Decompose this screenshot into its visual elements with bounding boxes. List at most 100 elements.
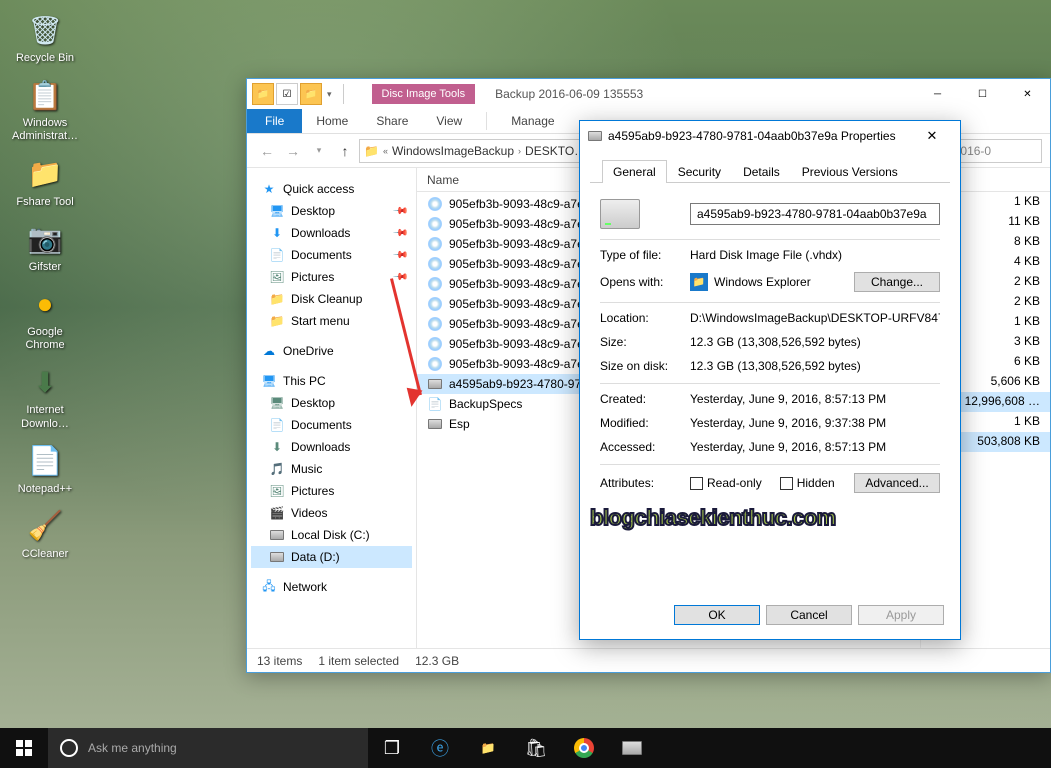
nav-label: Downloads	[291, 226, 350, 240]
properties-dialog: a4595ab9-b923-4780-9781-04aab0b37e9a Pro…	[579, 120, 961, 640]
nav-icon: 🖼	[269, 269, 285, 285]
nav-item[interactable]: ★Quick access	[251, 178, 412, 200]
file-icon: 📄	[427, 396, 443, 412]
start-button[interactable]	[0, 728, 48, 768]
forward-button[interactable]: →	[281, 139, 305, 163]
tab-details[interactable]: Details	[732, 160, 791, 183]
desktop-icon[interactable]: 🗑 Recycle Bin	[10, 10, 80, 65]
share-tab[interactable]: Share	[362, 109, 422, 133]
value: Yesterday, ‎June ‎9, ‎2016, 8:57:13 PM	[690, 440, 940, 454]
tab-general[interactable]: General	[602, 160, 667, 183]
tab-security[interactable]: Security	[667, 160, 732, 183]
file-icon	[427, 196, 443, 212]
folder-icon[interactable]: 📁	[252, 83, 274, 105]
nav-item[interactable]: ⬇Downloads📌	[251, 222, 412, 244]
nav-item[interactable]: ☁OneDrive	[251, 340, 412, 362]
close-button[interactable]: ✕	[1005, 80, 1050, 109]
file-name: Esp	[449, 417, 470, 431]
icon-label: CCleaner	[10, 548, 80, 561]
divider	[600, 302, 940, 303]
minimize-button[interactable]: ─	[915, 80, 960, 109]
task-view-button[interactable]: ❐	[368, 728, 416, 768]
breadcrumb[interactable]: WindowsImageBackup	[392, 144, 514, 158]
cancel-button[interactable]: Cancel	[766, 605, 852, 625]
nav-item[interactable]: ⬇Downloads	[251, 436, 412, 458]
view-tab[interactable]: View	[422, 109, 476, 133]
taskbar-app-store[interactable]: 🛍	[512, 728, 560, 768]
value: Yesterday, ‎June ‎9, ‎2016, 9:37:38 PM	[690, 416, 940, 430]
nav-icon: 🖥	[269, 395, 285, 411]
nav-item[interactable]: 🖥Desktop📌	[251, 200, 412, 222]
label: Opens with:	[600, 275, 690, 289]
taskbar-app-edge[interactable]: ⓔ	[416, 728, 464, 768]
desktop-icon[interactable]: 🧹CCleaner	[10, 506, 80, 561]
apply-button[interactable]: Apply	[858, 605, 944, 625]
manage-tab[interactable]: Manage	[497, 109, 568, 133]
readonly-checkbox[interactable]: Read-only	[690, 476, 762, 490]
advanced-button[interactable]: Advanced...	[854, 473, 940, 493]
label: Size on disk:	[600, 359, 690, 373]
desktop-icon[interactable]: ●Google Chrome	[10, 284, 80, 352]
divider	[600, 383, 940, 384]
nav-item[interactable]: 🖼Pictures	[251, 480, 412, 502]
recent-dropdown[interactable]: ▾	[307, 139, 331, 163]
nav-item[interactable]: Data (D:)	[251, 546, 412, 568]
nav-icon: 📁	[269, 291, 285, 307]
nav-item[interactable]: 📄Documents📌	[251, 244, 412, 266]
desktop-icon[interactable]: 📁Fshare Tool	[10, 154, 80, 209]
nav-item[interactable]: 🖥Desktop	[251, 392, 412, 414]
desktop-icon[interactable]: ⬇Internet Downlo…	[10, 362, 80, 430]
nav-label: Start menu	[291, 314, 350, 328]
taskbar-app-drive[interactable]	[608, 728, 656, 768]
close-button[interactable]: ✕	[912, 122, 952, 150]
divider	[600, 239, 940, 240]
file-icon	[427, 316, 443, 332]
desktop-icon[interactable]: 📋Windows Administrat…	[10, 75, 80, 143]
nav-item[interactable]: Local Disk (C:)	[251, 524, 412, 546]
maximize-button[interactable]: ☐	[960, 80, 1005, 109]
divider	[343, 84, 344, 104]
nav-item[interactable]: 📁Start menu	[251, 310, 412, 332]
file-tab[interactable]: File	[247, 109, 302, 133]
dialog-titlebar[interactable]: a4595ab9-b923-4780-9781-04aab0b37e9a Pro…	[580, 121, 960, 151]
folder-icon[interactable]: 📁	[300, 83, 322, 105]
ribbon-context-tab[interactable]: Disc Image Tools	[372, 84, 476, 104]
tab-strip: General Security Details Previous Versio…	[590, 151, 950, 183]
qat-props-icon[interactable]: ☑	[276, 83, 298, 105]
taskbar-app-chrome[interactable]	[560, 728, 608, 768]
taskbar-app-explorer[interactable]: 📁	[464, 728, 512, 768]
icon-label: Recycle Bin	[10, 52, 80, 65]
change-button[interactable]: Change...	[854, 272, 940, 292]
dialog-title: a4595ab9-b923-4780-9781-04aab0b37e9a Pro…	[608, 129, 906, 143]
app-icon: 🗑	[25, 10, 65, 50]
nav-item[interactable]: 📁Disk Cleanup	[251, 288, 412, 310]
taskbar-search[interactable]: Ask me anything	[48, 728, 368, 768]
divider	[600, 464, 940, 465]
nav-item[interactable]: 🖧Network	[251, 576, 412, 598]
home-tab[interactable]: Home	[302, 109, 362, 133]
breadcrumb[interactable]: DESKTO…	[525, 144, 586, 158]
tab-previous-versions[interactable]: Previous Versions	[791, 160, 909, 183]
label: Location:	[600, 311, 690, 325]
up-button[interactable]: ↑	[333, 139, 357, 163]
filename-input[interactable]	[690, 203, 940, 225]
nav-item[interactable]: 🖼Pictures📌	[251, 266, 412, 288]
titlebar[interactable]: 📁 ☑ 📁 ▾ Disc Image Tools Backup 2016-06-…	[247, 79, 1050, 109]
nav-item[interactable]: 📄Documents	[251, 414, 412, 436]
app-icon: ●	[25, 284, 65, 324]
taskbar[interactable]: Ask me anything ❐ ⓔ 📁 🛍	[0, 728, 1051, 768]
desktop-icon[interactable]: 📷Gifster	[10, 219, 80, 274]
nav-icon: ⬇	[269, 439, 285, 455]
nav-icon	[269, 527, 285, 543]
nav-icon: 🖼	[269, 483, 285, 499]
nav-item[interactable]: 🖥This PC	[251, 370, 412, 392]
nav-label: Quick access	[283, 182, 354, 196]
file-icon	[427, 296, 443, 312]
ok-button[interactable]: OK	[674, 605, 760, 625]
nav-item[interactable]: 🎵Music	[251, 458, 412, 480]
nav-item[interactable]: 🎬Videos	[251, 502, 412, 524]
hidden-checkbox[interactable]: Hidden	[780, 476, 835, 490]
navigation-pane[interactable]: ★Quick access🖥Desktop📌⬇Downloads📌📄Docume…	[247, 168, 417, 648]
back-button[interactable]: ←	[255, 139, 279, 163]
desktop-icon[interactable]: 📄Notepad++	[10, 441, 80, 496]
